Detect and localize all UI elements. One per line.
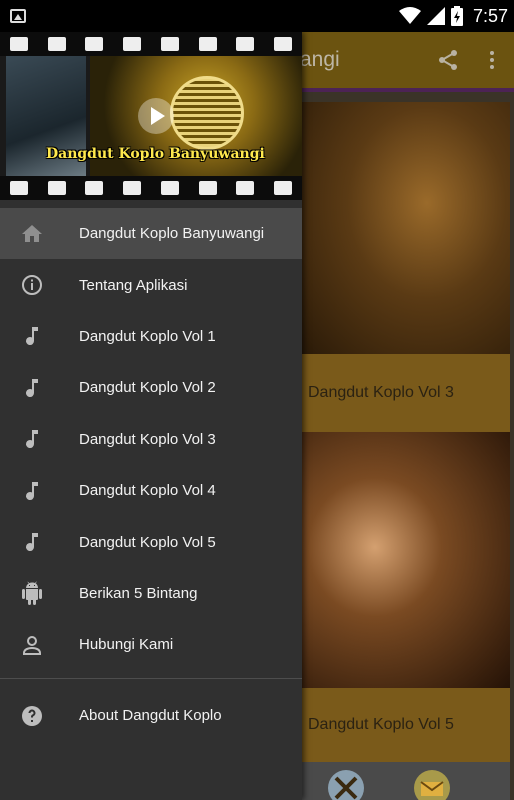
battery-icon xyxy=(450,6,463,26)
drawer-header: Dangdut Koplo Banyuwangi xyxy=(0,32,302,200)
menu-item-label: Dangdut Koplo Vol 3 xyxy=(79,430,216,448)
drawer-menu: Dangdut Koplo Banyuwangi Tentang Aplikas… xyxy=(0,208,302,671)
music-note-icon xyxy=(26,481,38,500)
music-note-icon xyxy=(26,430,38,449)
android-icon xyxy=(22,581,42,606)
menu-item-vol-3[interactable]: Dangdut Koplo Vol 3 xyxy=(0,414,302,465)
menu-item-vol-1[interactable]: Dangdut Koplo Vol 1 xyxy=(0,311,302,362)
menu-item-contact[interactable]: Hubungi Kami xyxy=(0,619,302,670)
menu-item-label: Tentang Aplikasi xyxy=(79,276,188,294)
menu-item-about[interactable]: About Dangdut Koplo xyxy=(0,690,302,741)
screen: 7:57 angi Dangdut Koplo Vol 3 Dangdut Ko… xyxy=(0,0,514,800)
status-time: 7:57 xyxy=(472,5,508,26)
music-note-icon xyxy=(26,378,38,397)
menu-item-vol-4[interactable]: Dangdut Koplo Vol 4 xyxy=(0,465,302,516)
gallery-notification-icon xyxy=(10,9,26,23)
menu-item-rate[interactable]: Berikan 5 Bintang xyxy=(0,568,302,619)
status-icons: 7:57 xyxy=(398,0,508,32)
info-icon xyxy=(22,275,42,296)
menu-item-label: Dangdut Koplo Vol 4 xyxy=(79,482,216,500)
play-icon xyxy=(138,98,174,134)
menu-item-vol-2[interactable]: Dangdut Koplo Vol 2 xyxy=(0,362,302,413)
status-bar: 7:57 xyxy=(0,0,514,32)
menu-item-label: Dangdut Koplo Vol 1 xyxy=(79,327,216,345)
drawer-header-title: Dangdut Koplo Banyuwangi xyxy=(46,146,265,162)
music-note-icon xyxy=(26,533,38,552)
music-note-icon xyxy=(26,327,38,346)
film-strip xyxy=(0,176,302,200)
menu-item-vol-5[interactable]: Dangdut Koplo Vol 5 xyxy=(0,516,302,567)
menu-item-label: Dangdut Koplo Vol 2 xyxy=(79,379,216,397)
menu-item-about-app[interactable]: Tentang Aplikasi xyxy=(0,259,302,310)
menu-item-label: About Dangdut Koplo xyxy=(79,707,222,725)
film-strip xyxy=(0,32,302,56)
menu-divider xyxy=(0,678,302,679)
person-icon xyxy=(23,635,41,655)
microphone-image xyxy=(170,76,244,150)
help-icon xyxy=(22,705,42,726)
signal-icon xyxy=(426,7,445,25)
wifi-icon xyxy=(398,7,421,24)
menu-item-home[interactable]: Dangdut Koplo Banyuwangi xyxy=(0,208,302,260)
menu-item-label: Berikan 5 Bintang xyxy=(79,584,198,602)
menu-item-label: Hubungi Kami xyxy=(79,636,174,654)
menu-item-label: Dangdut Koplo Banyuwangi xyxy=(79,225,265,243)
menu-item-label: Dangdut Koplo Vol 5 xyxy=(79,533,216,551)
home-icon xyxy=(22,224,42,242)
navigation-drawer: Dangdut Koplo Banyuwangi Dangdut Koplo B… xyxy=(0,32,302,800)
